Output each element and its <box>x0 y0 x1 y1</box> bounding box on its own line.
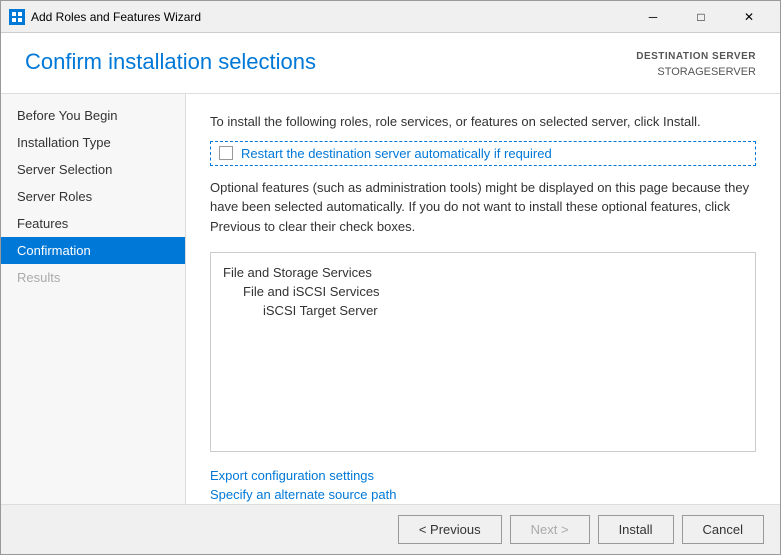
sidebar-item-installation-type[interactable]: Installation Type <box>1 129 185 156</box>
alternate-source-link[interactable]: Specify an alternate source path <box>210 487 756 502</box>
next-button[interactable]: Next > <box>510 515 590 544</box>
sidebar-item-confirmation[interactable]: Confirmation <box>1 237 185 264</box>
feature-iscsi-target: iSCSI Target Server <box>223 301 743 320</box>
feature-file-iscsi: File and iSCSI Services <box>223 282 743 301</box>
sidebar-item-results: Results <box>1 264 185 291</box>
window-controls: ─ □ ✕ <box>630 1 772 33</box>
wizard-content: Before You Begin Installation Type Serve… <box>1 94 780 505</box>
main-content-area: To install the following roles, role ser… <box>186 94 780 505</box>
app-icon <box>9 9 25 25</box>
sidebar-item-server-selection[interactable]: Server Selection <box>1 156 185 183</box>
destination-server-info: DESTINATION SERVER STORAGESERVER <box>636 49 756 81</box>
close-button[interactable]: ✕ <box>726 1 772 33</box>
export-config-link[interactable]: Export configuration settings <box>210 468 756 483</box>
install-button[interactable]: Install <box>598 515 674 544</box>
optional-features-text: Optional features (such as administratio… <box>210 178 756 237</box>
restart-checkbox-row[interactable]: Restart the destination server automatic… <box>210 141 756 166</box>
title-bar-text: Add Roles and Features Wizard <box>31 10 630 24</box>
destination-name: STORAGESERVER <box>636 64 756 81</box>
wizard-body: Confirm installation selections DESTINAT… <box>1 33 780 554</box>
wizard-footer: < Previous Next > Install Cancel <box>1 504 780 554</box>
sidebar-item-server-roles[interactable]: Server Roles <box>1 183 185 210</box>
previous-button[interactable]: < Previous <box>398 515 502 544</box>
page-title: Confirm installation selections <box>25 49 316 75</box>
maximize-button[interactable]: □ <box>678 1 724 33</box>
instruction-text: To install the following roles, role ser… <box>210 114 756 129</box>
features-list-box: File and Storage Services File and iSCSI… <box>210 252 756 452</box>
minimize-button[interactable]: ─ <box>630 1 676 33</box>
sidebar-item-before-you-begin[interactable]: Before You Begin <box>1 102 185 129</box>
feature-file-storage: File and Storage Services <box>223 263 743 282</box>
cancel-button[interactable]: Cancel <box>682 515 764 544</box>
sidebar-item-features[interactable]: Features <box>1 210 185 237</box>
wizard-window: Add Roles and Features Wizard ─ □ ✕ Conf… <box>0 0 781 555</box>
destination-label: DESTINATION SERVER <box>636 49 756 64</box>
restart-checkbox-label: Restart the destination server automatic… <box>241 146 552 161</box>
restart-checkbox[interactable] <box>219 146 233 160</box>
title-bar: Add Roles and Features Wizard ─ □ ✕ <box>1 1 780 33</box>
sidebar: Before You Begin Installation Type Serve… <box>1 94 186 505</box>
wizard-header: Confirm installation selections DESTINAT… <box>1 33 780 94</box>
